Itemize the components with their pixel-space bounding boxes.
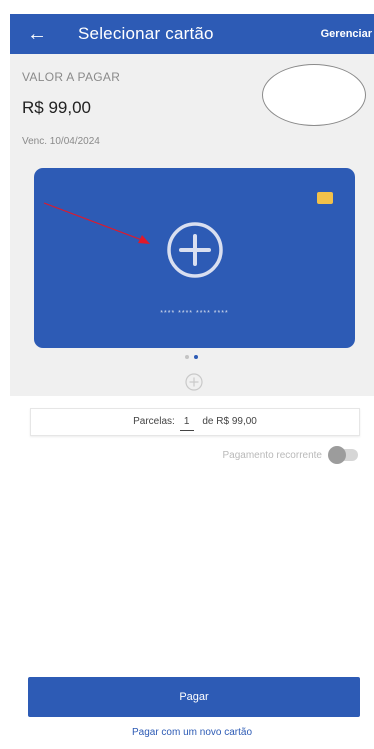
amount-label: VALOR A PAGAR	[22, 70, 121, 84]
due-date: Venc. 10/04/2024	[22, 136, 100, 147]
installments-amount: de R$ 99,00	[202, 416, 257, 427]
payment-summary: VALOR A PAGAR R$ 99,00 Venc. 10/04/2024 …	[10, 54, 374, 396]
carousel-indicator	[185, 355, 198, 359]
installments-selector[interactable]: Parcelas: 1 de R$ 99,00	[30, 408, 360, 436]
page-title: Selecionar cartão	[78, 24, 214, 43]
app-bar: ← Selecionar cartão Gerenciar	[10, 14, 374, 54]
add-circle-icon[interactable]	[184, 372, 204, 392]
recurring-payment-toggle[interactable]	[328, 446, 358, 464]
installments-label: Parcelas:	[133, 416, 175, 427]
recurring-payment-row: Pagamento recorrente	[222, 446, 358, 464]
recurring-payment-label: Pagamento recorrente	[222, 449, 322, 461]
pay-with-new-card-link[interactable]: Pagar com um novo cartão	[10, 727, 374, 738]
plus-circle-icon[interactable]	[165, 220, 225, 280]
manage-button[interactable]: Gerenciar	[321, 26, 372, 42]
installments-quantity-input[interactable]: 1	[179, 414, 194, 431]
carousel-dot-active[interactable]	[194, 355, 198, 359]
card-chip-icon	[317, 192, 333, 204]
pay-button[interactable]: Pagar	[28, 677, 360, 717]
avatar	[262, 64, 366, 126]
amount-value: R$ 99,00	[22, 98, 91, 117]
screen: ← Selecionar cartão Gerenciar VALOR A PA…	[10, 0, 374, 749]
carousel-dot[interactable]	[185, 355, 189, 359]
card-number: **** **** **** ****	[160, 310, 229, 317]
add-card-button[interactable]: **** **** **** ****	[34, 168, 355, 348]
toggle-knob	[328, 446, 346, 464]
arrow-left-icon[interactable]: ←	[24, 20, 50, 48]
